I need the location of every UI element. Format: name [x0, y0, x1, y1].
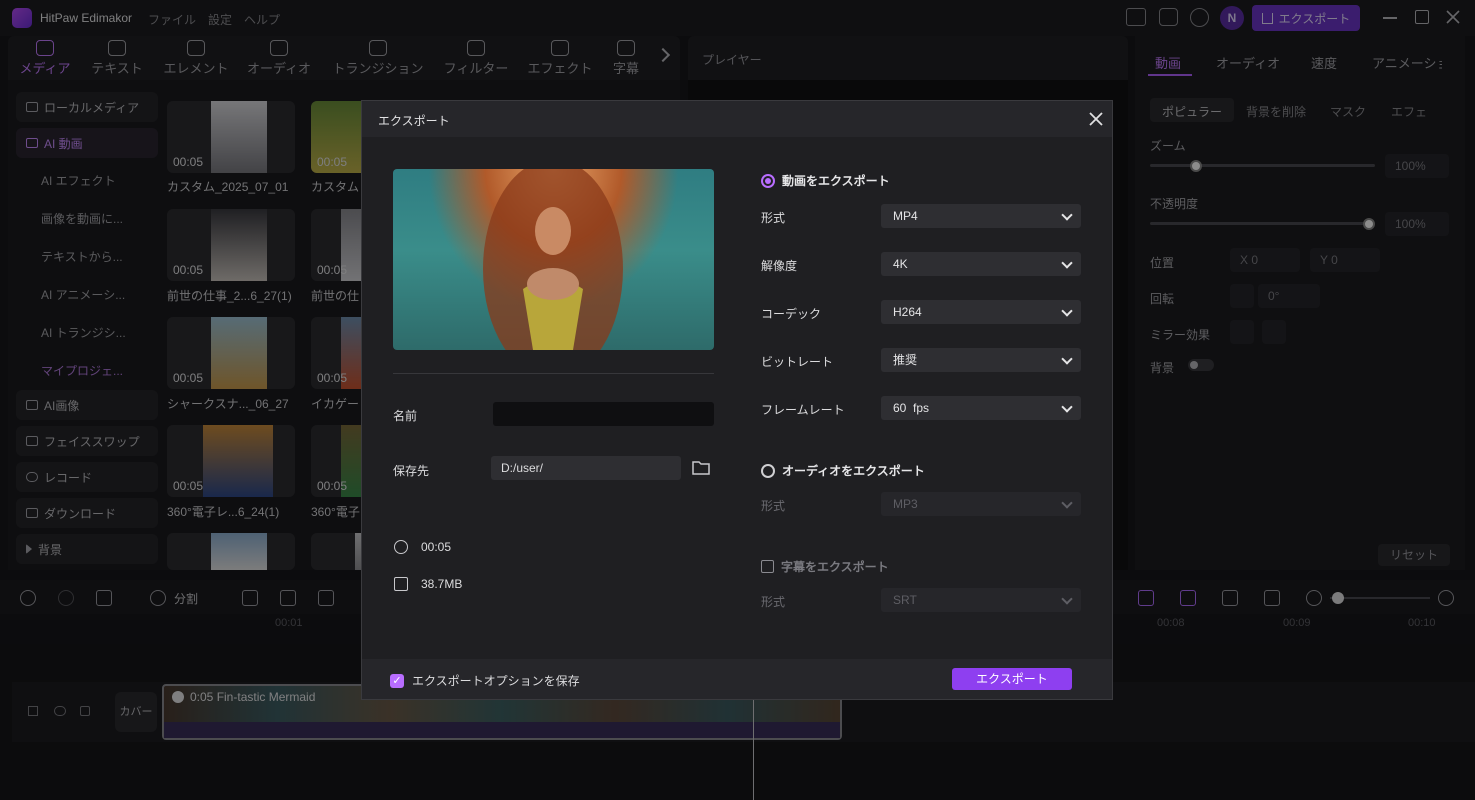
export-preview-image [393, 169, 714, 350]
checkbox-unchecked-icon [761, 560, 774, 573]
dialog-header [362, 101, 1112, 137]
checkbox-checked-icon: ✓ [390, 673, 404, 688]
resolution-label: 解像度 [761, 259, 798, 273]
framerate-value: 60 fps [893, 401, 930, 415]
name-label: 名前 [393, 409, 418, 423]
framerate-label: フレームレート [761, 403, 845, 417]
audio-format-label: 形式 [761, 499, 786, 513]
radio-unselected-icon [761, 463, 775, 478]
dialog-title: エクスポート [378, 114, 450, 128]
audio-format-value: MP3 [893, 497, 918, 511]
video-export-radio[interactable]: 動画をエクスポート [761, 172, 890, 189]
save-options-label: エクスポートオプションを保存 [412, 674, 580, 688]
export-dialog: エクスポート 名前 保存先 D:/user/ 00:05 38.7MB 動画をエ… [361, 100, 1113, 700]
save-options-checkbox[interactable]: ✓ エクスポートオプションを保存 [390, 672, 580, 689]
chevron-down-icon [1061, 209, 1073, 221]
codec-value: H264 [893, 305, 922, 319]
codec-select[interactable]: H264 [881, 300, 1081, 324]
chevron-down-icon [1061, 593, 1073, 605]
bitrate-value: 推奨 [893, 353, 918, 367]
chevron-down-icon [1061, 497, 1073, 509]
bitrate-select[interactable]: 推奨 [881, 348, 1081, 372]
filename-input[interactable] [493, 402, 714, 426]
chevron-down-icon [1061, 305, 1073, 317]
chevron-down-icon [1061, 353, 1073, 365]
format-select[interactable]: MP4 [881, 204, 1081, 228]
codec-label: コーデック [761, 307, 822, 321]
subtitle-export-label: 字幕をエクスポート [781, 560, 889, 574]
export-duration: 00:05 [421, 540, 452, 554]
export-button[interactable]: エクスポート [952, 668, 1072, 690]
chevron-down-icon [1061, 401, 1073, 413]
resolution-select[interactable]: 4K [881, 252, 1081, 276]
resolution-value: 4K [893, 257, 908, 271]
save-location-label: 保存先 [393, 464, 430, 478]
bitrate-label: ビットレート [761, 355, 834, 369]
subtitle-format-value: SRT [893, 593, 917, 607]
radio-selected-icon [761, 173, 775, 188]
format-value: MP4 [893, 209, 918, 223]
subtitle-export-checkbox[interactable]: 字幕をエクスポート [761, 558, 889, 575]
audio-export-label: オーディオをエクスポート [782, 464, 925, 478]
divider [393, 373, 714, 374]
video-export-label: 動画をエクスポート [782, 174, 890, 188]
save-path-input[interactable]: D:/user/ [491, 456, 681, 480]
audio-export-radio[interactable]: オーディオをエクスポート [761, 462, 925, 479]
subtitle-format-select[interactable]: SRT [881, 588, 1081, 612]
export-file-size: 38.7MB [421, 577, 463, 591]
audio-format-select[interactable]: MP3 [881, 492, 1081, 516]
format-label: 形式 [761, 211, 786, 225]
framerate-select[interactable]: 60 fps [881, 396, 1081, 420]
chevron-down-icon [1061, 257, 1073, 269]
clock-icon [394, 540, 408, 554]
subtitle-format-label: 形式 [761, 595, 786, 609]
folder-icon[interactable] [692, 459, 710, 475]
file-size-icon [394, 577, 408, 591]
close-icon[interactable] [1088, 111, 1104, 127]
